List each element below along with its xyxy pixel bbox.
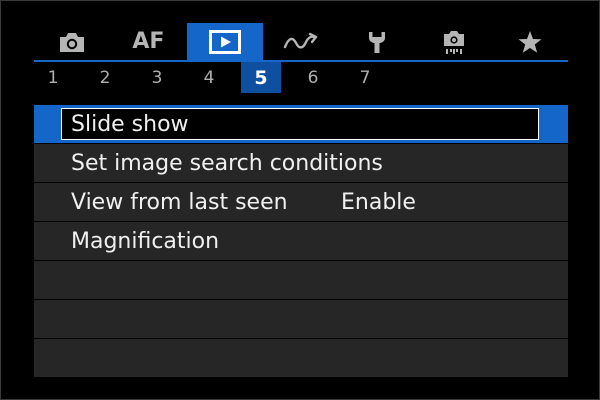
star-icon (518, 30, 542, 53)
page-2[interactable]: 2 (79, 62, 131, 93)
tab-custom-functions[interactable] (415, 23, 491, 60)
tab-setup[interactable] (339, 23, 415, 60)
tab-playback[interactable] (186, 23, 263, 60)
menu-item-value: Enable (341, 189, 416, 215)
menu-item-label: Set image search conditions (71, 150, 383, 176)
menu-tabs: AF (34, 23, 568, 60)
camera-menu-screen: AF 1 2 3 4 5 6 7 Slide show Set image se… (0, 0, 600, 400)
menu-item-set-image-search-conditions[interactable]: Set image search conditions (34, 144, 568, 182)
page-3[interactable]: 3 (131, 62, 183, 93)
wrench-icon (369, 31, 386, 53)
tab-shooting[interactable] (34, 23, 110, 60)
menu-item-view-from-last-seen[interactable]: View from last seen Enable (34, 183, 568, 221)
tab-my-menu[interactable] (492, 23, 568, 60)
tab-af[interactable]: AF (110, 23, 186, 60)
camera-icon (60, 32, 85, 52)
menu-item-empty (34, 339, 568, 377)
af-tab-label: AF (132, 29, 165, 54)
menu-item-label: Slide show (71, 111, 189, 137)
menu-item-label: Magnification (71, 228, 220, 254)
page-7[interactable]: 7 (339, 62, 391, 93)
menu-item-label: View from last seen (71, 189, 288, 215)
page-numbers: 1 2 3 4 5 6 7 (27, 62, 391, 93)
tab-wireless[interactable] (263, 23, 339, 60)
wireless-icon (283, 32, 318, 49)
menu-item-empty (34, 261, 568, 299)
playback-icon (208, 29, 241, 54)
page-6[interactable]: 6 (287, 62, 339, 93)
page-5-active[interactable]: 5 (241, 62, 281, 93)
menu-list: Slide show Set image search conditions V… (34, 105, 568, 378)
page-4[interactable]: 4 (183, 62, 235, 93)
menu-item-empty (34, 300, 568, 338)
menu-item-magnification[interactable]: Magnification (34, 222, 568, 260)
custom-functions-icon (443, 30, 464, 54)
page-1[interactable]: 1 (27, 62, 79, 93)
menu-item-slide-show[interactable]: Slide show (34, 105, 568, 143)
